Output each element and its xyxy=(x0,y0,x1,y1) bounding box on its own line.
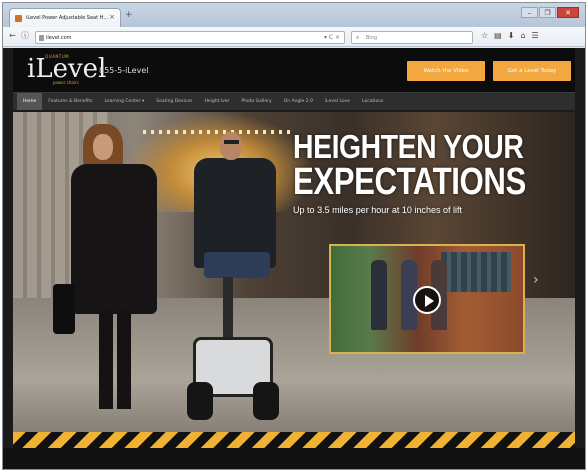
site-header: iLevel QUANTUM power chairs 855-5-iLevel… xyxy=(13,48,575,92)
nav-item-photo-gallery[interactable]: Photo Gallery xyxy=(235,93,277,110)
reading-list-icon[interactable]: ▤ xyxy=(494,31,502,41)
hero-banner: HEIGHTEN YOUR EXPECTATIONS Up to 3.5 mil… xyxy=(13,112,575,448)
woman-figure xyxy=(53,124,163,424)
back-arrow-icon[interactable]: ← xyxy=(9,31,16,41)
play-icon[interactable] xyxy=(413,286,441,314)
menu-icon[interactable]: ☰ xyxy=(532,31,539,41)
logo-tagline: power chairs xyxy=(53,80,79,85)
close-window-button[interactable]: ✕ xyxy=(557,7,579,18)
nav-item-on-angle[interactable]: On Angle 2.0 xyxy=(278,93,319,110)
tab-title: iLevel Power Adjustable Seat H... xyxy=(26,15,109,21)
maximize-button[interactable]: ❐ xyxy=(539,7,556,18)
search-placeholder: Bing xyxy=(366,35,378,41)
toolbar-icons: ☆ ▤ ⬇ ⌂ ☰ xyxy=(481,31,539,41)
main-nav: Home Features & Benefits Learning Center… xyxy=(13,92,575,110)
download-icon[interactable]: ⬇ xyxy=(508,31,515,41)
nav-item-height[interactable]: Height.lver xyxy=(199,93,236,110)
ilevel-logo[interactable]: iLevel QUANTUM power chairs xyxy=(25,54,107,88)
page-footer-area xyxy=(3,448,585,469)
logo-brand-top: QUANTUM xyxy=(45,54,70,59)
headline-line-2: EXPECTATIONS xyxy=(293,161,526,203)
minimize-button[interactable]: – xyxy=(521,7,538,18)
nav-item-locations[interactable]: Locations xyxy=(356,93,389,110)
hero-subtitle: Up to 3.5 miles per hour at 10 inches of… xyxy=(293,205,463,216)
address-bar[interactable]: ilevel.com ▾ C × xyxy=(35,31,345,44)
headline-line-1: HEIGHTEN YOUR xyxy=(293,128,524,165)
browser-window: iLevel Power Adjustable Seat H... × + – … xyxy=(2,2,586,470)
hero-headline: HEIGHTEN YOUR EXPECTATIONS Up to 3.5 mil… xyxy=(293,130,563,216)
web-page: iLevel QUANTUM power chairs 855-5-iLevel… xyxy=(3,48,585,469)
url-text: ilevel.com xyxy=(46,35,72,41)
handbag xyxy=(53,284,75,334)
new-tab-button[interactable]: + xyxy=(125,11,133,20)
tab-bar: iLevel Power Adjustable Seat H... × + – … xyxy=(3,3,585,27)
home-icon[interactable]: ⌂ xyxy=(520,31,525,41)
info-icon[interactable]: ⓘ xyxy=(21,31,29,41)
nav-item-ilevel-love[interactable]: iLevel Love xyxy=(319,93,356,110)
slider-next-icon[interactable]: › xyxy=(533,272,539,288)
site-identity-icon xyxy=(39,35,44,41)
logo-wordmark: iLevel xyxy=(27,54,107,84)
ilevel-power-chair xyxy=(183,277,283,437)
nav-item-seating[interactable]: Seating Devices xyxy=(150,93,198,110)
nav-item-learning-center[interactable]: Learning Center ▾ xyxy=(98,93,150,110)
nav-item-features[interactable]: Features & Benefits xyxy=(42,93,98,110)
get-ilevel-button[interactable]: Get a Level Today xyxy=(493,61,571,81)
close-tab-icon[interactable]: × xyxy=(109,13,115,21)
browser-tab[interactable]: iLevel Power Adjustable Seat H... × xyxy=(9,8,121,27)
bookmark-star-icon[interactable]: ☆ xyxy=(481,31,488,41)
browser-toolbar: ← ⓘ ilevel.com ▾ C × ⌕ Bing ☆ ▤ ⬇ ⌂ ☰ xyxy=(3,27,585,47)
search-input[interactable]: ⌕ Bing xyxy=(351,31,473,44)
hazard-stripe xyxy=(13,432,575,448)
search-icon: ⌕ xyxy=(356,34,360,41)
url-controls[interactable]: ▾ C × xyxy=(324,34,340,41)
window-controls: – ❐ ✕ xyxy=(521,7,579,18)
watch-video-button[interactable]: Watch the Video xyxy=(407,61,485,81)
favicon-icon xyxy=(15,15,22,22)
nav-item-home[interactable]: Home xyxy=(17,93,43,110)
phone-number[interactable]: 855-5-iLevel xyxy=(99,66,148,75)
video-thumbnail[interactable] xyxy=(329,244,525,354)
